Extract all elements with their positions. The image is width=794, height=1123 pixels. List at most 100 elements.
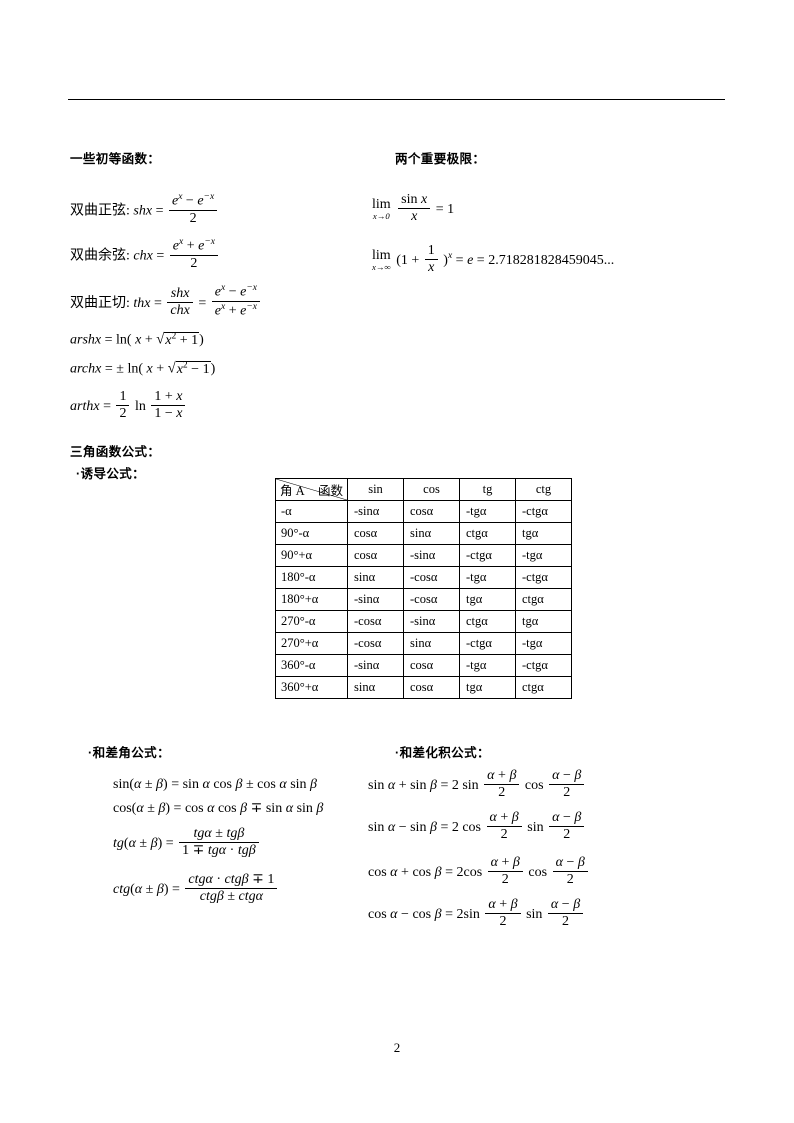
limit-e-value: 2.718281828459045... xyxy=(488,252,615,268)
formula-thx-fraction-1: shx chx xyxy=(167,286,193,320)
formula-thx-name: thx xyxy=(133,296,151,312)
formula-cos-plus-cos: cos α + cos β = 2cos α + β2 cos α − β2 xyxy=(368,855,590,889)
formula-arthx-half: 12 xyxy=(116,389,130,423)
table-cell-angle: 270°+α xyxy=(275,632,348,655)
table-cell-value: -tgα xyxy=(459,566,516,589)
table-cell-value: tgα xyxy=(459,676,516,699)
table-corner-cell: 函数 角 A xyxy=(275,478,348,501)
table-cell-value: -tgα xyxy=(515,544,572,567)
formula-chx: 双曲余弦: chx = ex + e−x 2 xyxy=(70,237,220,273)
table-row: 90°-α cosα sinα ctgα tgα xyxy=(275,522,572,545)
limit-result-1: 1 xyxy=(447,201,455,217)
table-cell-value: -sinα xyxy=(347,500,404,523)
formula-arthx-fraction: 1 + x 1 − x xyxy=(151,389,186,423)
limit-op-label-1: lim xyxy=(372,197,391,213)
table-row: 360°-α -sinα cosα -tgα -ctgα xyxy=(275,654,572,677)
limit-operator-2: lim x→∞ xyxy=(372,249,391,273)
formula-sin-plus-sin: sin α + sin β = 2 sin α + β2 cos α − β2 xyxy=(368,768,586,802)
table-cell-angle: 180°-α xyxy=(275,566,348,589)
table-cell-value: -ctgα xyxy=(515,566,572,589)
table-cell-value: -ctgα xyxy=(459,544,516,567)
formula-cpc-half-diff: α − β2 xyxy=(552,855,588,889)
formula-sms-half-diff: α − β2 xyxy=(549,810,585,844)
limit-subscript-2: x→∞ xyxy=(372,262,391,273)
table-cell-angle: -α xyxy=(275,500,348,523)
formula-arshx: arshx = ln( x + √x2 + 1) xyxy=(70,331,204,348)
formula-archx: archx = ± ln( x + √x2 − 1) xyxy=(70,360,216,377)
table-cell-angle: 270°-α xyxy=(275,610,348,633)
table-cell-value: tgα xyxy=(515,610,572,633)
formula-shx-name: shx xyxy=(133,203,153,219)
formula-tg-sum-diff: tg(α ± β) = tgα ± tgβ 1 ∓ tgα · tgβ xyxy=(113,826,261,860)
table-cell-value: ctgα xyxy=(459,610,516,633)
table-cell-value: -cosα xyxy=(347,610,404,633)
formula-cos-minus-cos: cos α − cos β = 2sin α + β2 sin α − β2 xyxy=(368,897,585,931)
table-cell-angle: 90°-α xyxy=(275,522,348,545)
table-cell-value: -sinα xyxy=(403,610,460,633)
limit-op-label-2: lim xyxy=(372,248,391,264)
table-cell-value: -tgα xyxy=(459,500,516,523)
formula-archx-name: archx xyxy=(70,361,102,377)
header-rule xyxy=(68,99,725,100)
table-cell-value: tgα xyxy=(459,588,516,611)
table-row: 360°+α sinα cosα tgα ctgα xyxy=(275,676,572,699)
formula-arthx-name: arthx xyxy=(70,398,100,414)
table-cell-value: -ctgα xyxy=(515,500,572,523)
table-cell-angle: 360°-α xyxy=(275,654,348,677)
heading-sum-difference-formulas: ·和差角公式： xyxy=(88,746,170,760)
formula-chx-name: chx xyxy=(133,248,153,264)
table-cell-value: cosα xyxy=(347,522,404,545)
page-number: 2 xyxy=(393,1040,401,1055)
heading-elementary-functions: 一些初等函数： xyxy=(70,152,161,166)
formula-arshx-name: arshx xyxy=(70,332,102,348)
table-cell-value: ctgα xyxy=(515,676,572,699)
table-cell-value: cosα xyxy=(403,676,460,699)
table-cell-value: -sinα xyxy=(347,654,404,677)
formula-tg-fraction: tgα ± tgβ 1 ∓ tgα · tgβ xyxy=(179,826,259,860)
formula-limit-e: lim x→∞ (1 + 1x )x = e = 2.7182818284590… xyxy=(372,243,615,277)
formula-sms-half-sum: α + β2 xyxy=(486,810,522,844)
table-cell-value: sinα xyxy=(347,676,404,699)
table-row: 90°+α cosα -sinα -ctgα -tgα xyxy=(275,544,572,567)
table-cell-value: cosα xyxy=(347,544,404,567)
formula-shx: 双曲正弦: shx = ex − e−x 2 xyxy=(70,192,219,228)
table-row: 270°-α -cosα -sinα ctgα tgα xyxy=(275,610,572,633)
heading-sum-to-product-formulas: ·和差化积公式： xyxy=(395,746,490,760)
formula-ctg-sum-diff: ctg(α ± β) = ctgα · ctgβ ∓ 1 ctgβ ± ctgα xyxy=(113,872,279,906)
corner-function-label: 函数 xyxy=(317,484,343,498)
table-body: -α -sinα cosα -tgα -ctgα 90°-α cosα sinα ctgα tgα… xyxy=(275,500,572,699)
table-cell-value: -tgα xyxy=(515,632,572,655)
table-cell-value: cosα xyxy=(403,500,460,523)
formula-sps-half-diff: α − β2 xyxy=(549,768,585,802)
formula-archx-sqrt: √x2 − 1 xyxy=(167,360,211,377)
formula-cos-sum-diff: cos(α ± β) = cos α cos β ∓ sin α sin β xyxy=(113,801,324,816)
table-cell-value: -cosα xyxy=(403,588,460,611)
table-cell-value: -sinα xyxy=(403,544,460,567)
limit-fraction-1: sin x x xyxy=(398,192,431,226)
formula-cmc-half-diff: α − β2 xyxy=(547,897,584,931)
table-row: -α -sinα cosα -tgα -ctgα xyxy=(275,500,572,523)
heading-important-limits: 两个重要极限： xyxy=(395,152,486,166)
formula-chx-label: 双曲余弦 xyxy=(70,248,126,264)
column-header-ctg: ctg xyxy=(515,478,572,501)
table-row: 180°+α -sinα -cosα tgα ctgα xyxy=(275,588,572,611)
table-cell-angle: 90°+α xyxy=(275,544,348,567)
corner-angle-label: 角 A xyxy=(280,484,305,498)
limit-fraction-2: 1x xyxy=(424,243,438,277)
formula-limit-sinx-over-x: lim x→0 sin x x = 1 xyxy=(372,192,455,226)
table-cell-value: -ctgα xyxy=(515,654,572,677)
limit-subscript-1: x→0 xyxy=(372,211,390,222)
formula-arthx: arthx = 12 ln 1 + x 1 − x xyxy=(70,389,187,423)
table-cell-value: -tgα xyxy=(459,654,516,677)
induction-formula-table: 函数 角 A sin cos tg ctg -α -sinα cosα -tgα -ct… xyxy=(275,478,572,699)
table-cell-value: -cosα xyxy=(403,566,460,589)
table-row: 270°+α -cosα sinα -ctgα -tgα xyxy=(275,632,572,655)
table-row: 180°-α sinα -cosα -tgα -ctgα xyxy=(275,566,572,589)
formula-thx-fraction-2: ex − e−x ex + e−x xyxy=(211,283,260,320)
column-header-cos: cos xyxy=(403,478,460,501)
formula-shx-label: 双曲正弦 xyxy=(70,203,126,219)
table-cell-value: sinα xyxy=(403,522,460,545)
table-cell-value: -sinα xyxy=(347,588,404,611)
table-cell-angle: 360°+α xyxy=(275,676,348,699)
table-cell-value: sinα xyxy=(403,632,460,655)
